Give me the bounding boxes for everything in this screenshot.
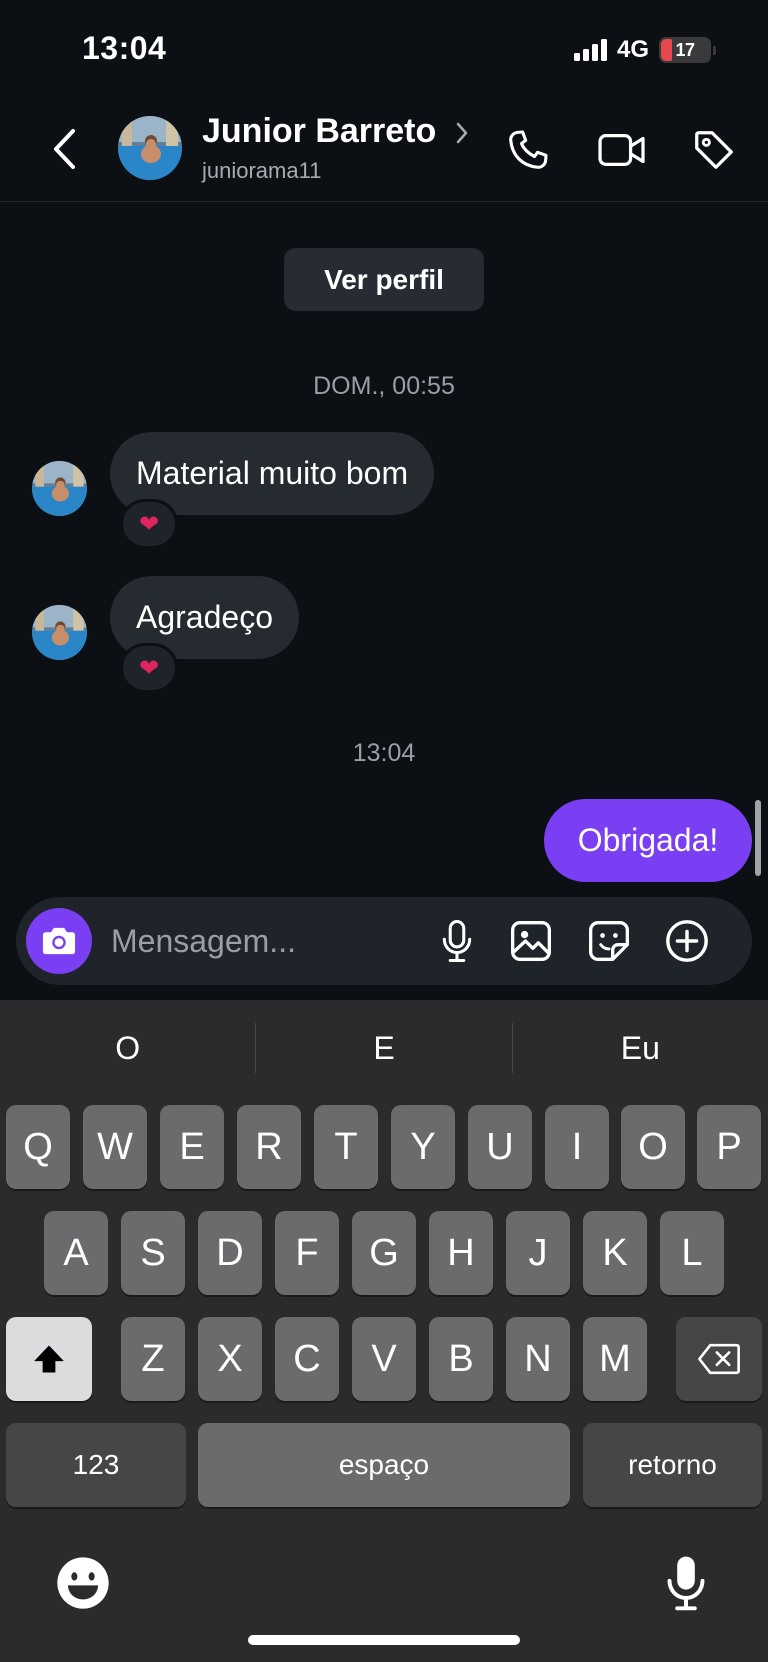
status-indicators: 4G 17 <box>573 36 716 64</box>
scrollbar[interactable] <box>755 800 761 876</box>
more-options-button[interactable] <box>662 916 712 966</box>
video-call-button[interactable] <box>596 124 648 176</box>
emoji-keyboard-button[interactable] <box>53 1553 113 1613</box>
tag-button[interactable] <box>688 124 740 176</box>
back-button[interactable] <box>44 124 84 174</box>
backspace-icon <box>698 1343 740 1375</box>
heart-reaction[interactable]: ❤ <box>120 643 178 693</box>
sticker-icon <box>589 921 629 961</box>
message-text: Obrigada! <box>577 822 719 858</box>
key-m[interactable]: M <box>583 1317 647 1401</box>
dictation-icon <box>667 1556 705 1611</box>
timestamp: 13:04 <box>352 739 416 767</box>
key-h[interactable]: H <box>429 1211 493 1295</box>
heart-icon: ❤ <box>138 654 160 682</box>
key-w[interactable]: W <box>83 1105 147 1189</box>
key-x[interactable]: X <box>198 1317 262 1401</box>
key-p[interactable]: P <box>697 1105 761 1189</box>
timestamp: DOM., 00:55 <box>313 372 455 400</box>
suggestion[interactable]: Eu <box>513 1030 768 1067</box>
message-input[interactable] <box>111 917 411 965</box>
mic-icon <box>442 920 472 962</box>
home-indicator[interactable] <box>248 1635 520 1645</box>
key-j[interactable]: J <box>506 1211 570 1295</box>
return-key[interactable]: retorno <box>583 1423 762 1507</box>
back-icon <box>54 129 75 169</box>
sticker-button[interactable] <box>584 916 634 966</box>
key-f[interactable]: F <box>275 1211 339 1295</box>
backspace-key[interactable] <box>676 1317 762 1401</box>
key-u[interactable]: U <box>468 1105 532 1189</box>
shift-key[interactable] <box>6 1317 92 1401</box>
key-a[interactable]: A <box>44 1211 108 1295</box>
key-n[interactable]: N <box>506 1317 570 1401</box>
cellular-signal-icon <box>573 39 607 61</box>
autocomplete-bar: O E Eu <box>0 1000 768 1096</box>
battery-icon: 17 <box>659 37 711 63</box>
shift-icon <box>34 1345 64 1373</box>
key-g[interactable]: G <box>352 1211 416 1295</box>
gallery-button[interactable] <box>506 916 556 966</box>
contact-username[interactable]: juniorama11 <box>202 158 321 184</box>
heart-icon: ❤ <box>138 510 160 538</box>
key-o[interactable]: O <box>621 1105 685 1189</box>
key-s[interactable]: S <box>121 1211 185 1295</box>
dictation-button[interactable] <box>656 1553 716 1613</box>
key-b[interactable]: B <box>429 1317 493 1401</box>
key-y[interactable]: Y <box>391 1105 455 1189</box>
camera-button[interactable] <box>26 908 92 974</box>
avatar[interactable] <box>32 461 87 516</box>
network-type: 4G <box>616 36 649 63</box>
phone-icon <box>509 130 548 169</box>
voice-message-button[interactable] <box>432 916 482 966</box>
status-time: 13:04 <box>82 30 167 66</box>
suggestion[interactable]: E <box>256 1030 511 1067</box>
tag-icon <box>695 131 733 169</box>
suggestion[interactable]: O <box>0 1030 255 1067</box>
key-r[interactable]: R <box>237 1105 301 1189</box>
camera-icon <box>42 927 76 955</box>
heart-reaction[interactable]: ❤ <box>120 499 178 549</box>
key-l[interactable]: L <box>660 1211 724 1295</box>
chat-header: Junior Barreto juniorama11 <box>0 100 768 202</box>
gallery-icon <box>511 921 551 961</box>
message-text: Material muito bom <box>136 455 409 491</box>
numbers-key[interactable]: 123 <box>6 1423 186 1507</box>
view-profile-button[interactable]: Ver perfil <box>284 248 484 311</box>
avatar[interactable] <box>118 116 182 180</box>
message-text: Agradeço <box>136 599 273 635</box>
key-i[interactable]: I <box>545 1105 609 1189</box>
status-bar: 13:04 4G 17 <box>0 0 768 100</box>
chevron-right-icon <box>456 122 468 149</box>
key-d[interactable]: D <box>198 1211 262 1295</box>
keyboard: O E Eu Q W E R T Y U I O P A S D F G H J… <box>0 1000 768 1662</box>
message-bubble-sent[interactable]: Obrigada! <box>544 799 752 882</box>
space-key[interactable]: espaço <box>198 1423 570 1507</box>
key-t[interactable]: T <box>314 1105 378 1189</box>
voice-call-button[interactable] <box>502 124 554 176</box>
key-z[interactable]: Z <box>121 1317 185 1401</box>
key-v[interactable]: V <box>352 1317 416 1401</box>
key-q[interactable]: Q <box>6 1105 70 1189</box>
emoji-icon <box>57 1557 109 1609</box>
key-k[interactable]: K <box>583 1211 647 1295</box>
plus-icon <box>666 920 708 962</box>
contact-name[interactable]: Junior Barreto <box>202 112 436 151</box>
key-e[interactable]: E <box>160 1105 224 1189</box>
battery-level: 17 <box>675 39 695 60</box>
avatar[interactable] <box>32 605 87 660</box>
video-icon <box>598 134 645 166</box>
message-composer <box>16 897 752 985</box>
key-c[interactable]: C <box>275 1317 339 1401</box>
